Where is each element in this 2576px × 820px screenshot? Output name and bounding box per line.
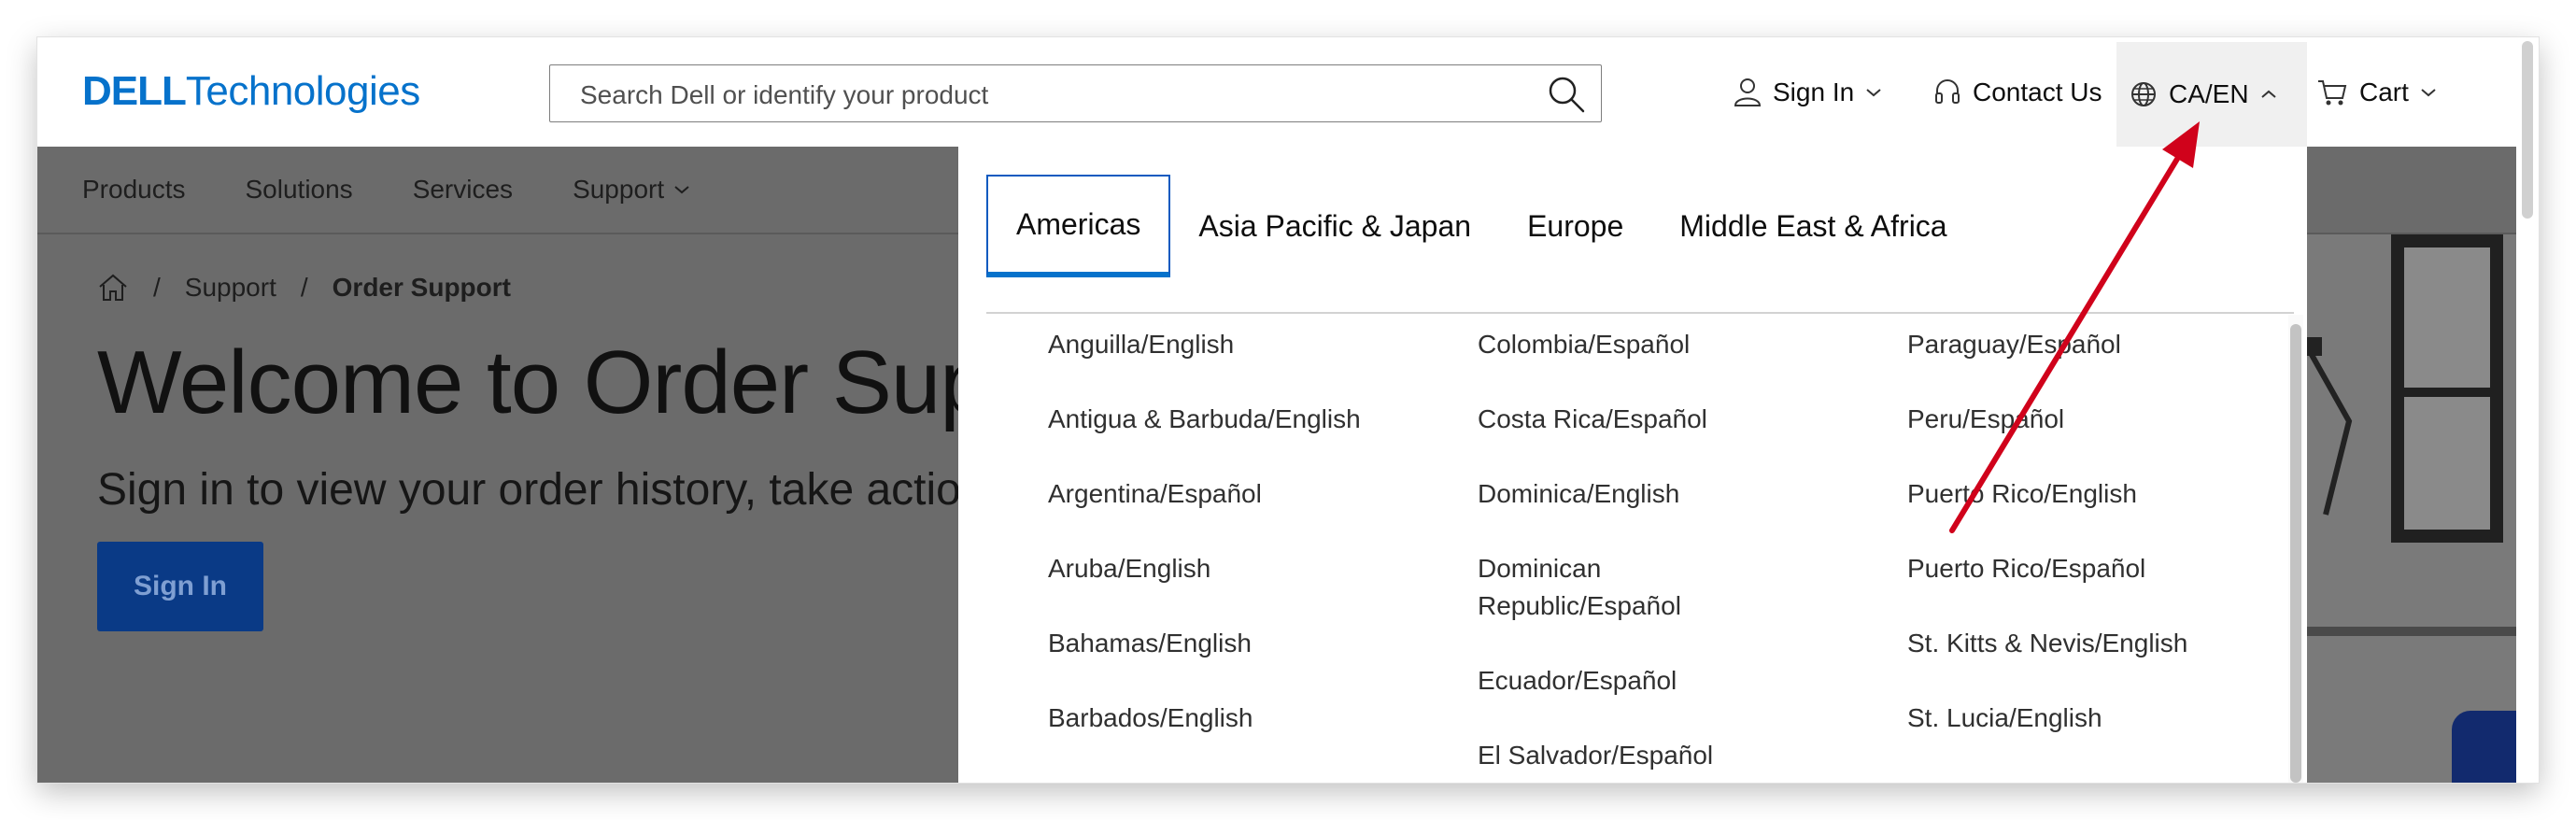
country-link[interactable]: Belize/English [1048, 763, 1440, 783]
country-link[interactable]: St. Lucia/English [1907, 688, 2285, 763]
logo-suffix: Technologies [185, 68, 420, 114]
breadcrumb-separator: / [153, 273, 161, 302]
contact-us-link[interactable]: Contact Us [1933, 37, 2102, 147]
site-header: DELL Technologies Search Dell or identif… [37, 37, 2539, 147]
nav-item-support-label: Support [573, 175, 665, 204]
breadcrumb-support[interactable]: Support [185, 273, 276, 303]
page-subtitle: Sign in to view your order history, take… [97, 465, 961, 515]
locale-dropdown: Americas Asia Pacific & Japan Europe Mid… [958, 147, 2307, 783]
window-illustration [2391, 234, 2503, 543]
country-link[interactable]: St. Kitts & Nevis/English [1907, 614, 2285, 688]
tab-americas[interactable]: Americas [986, 175, 1171, 277]
dropdown-scrollbar[interactable] [2288, 315, 2303, 783]
country-column: Colombia/Español Costa Rica/Español Domi… [1478, 315, 1870, 783]
logo-brand: DELL [82, 68, 187, 114]
country-link[interactable]: Barbados/English [1048, 688, 1440, 763]
country-link[interactable]: Colombia/Español [1478, 315, 1870, 389]
tab-asia-pacific-japan[interactable]: Asia Pacific & Japan [1170, 175, 1499, 277]
country-link[interactable]: Peru/Español [1907, 389, 2285, 464]
dell-technologies-logo[interactable]: DELL Technologies [82, 71, 420, 112]
globe-icon [2131, 82, 2156, 106]
country-link[interactable]: Paraguay/Español [1907, 315, 2285, 389]
country-link[interactable]: Puerto Rico/English [1907, 464, 2285, 539]
cart-icon [2318, 79, 2347, 105]
browser-viewport: DELL Technologies Search Dell or identif… [37, 37, 2539, 783]
country-link[interactable]: Puerto Rico/Español [1907, 539, 2285, 614]
nav-item-solutions[interactable]: Solutions [246, 175, 353, 205]
breadcrumb: / Support / Order Support [97, 273, 511, 303]
nav-item-services[interactable]: Services [413, 175, 513, 205]
locale-label: CA/EN [2169, 79, 2249, 108]
tab-europe[interactable]: Europe [1499, 175, 1651, 277]
region-tabs: Americas Asia Pacific & Japan Europe Mid… [986, 175, 1975, 277]
search-icon[interactable] [1547, 75, 1586, 114]
country-link[interactable]: Dominica/English [1478, 464, 1870, 539]
country-link[interactable]: El Salvador/Español [1478, 726, 1870, 783]
locale-selector[interactable]: CA/EN [2116, 42, 2307, 147]
country-link[interactable]: Bahamas/English [1048, 614, 1440, 688]
sign-in-menu[interactable]: Sign In [1734, 37, 1882, 147]
page-scrollbar[interactable] [2516, 37, 2539, 783]
desk-illustration [2298, 627, 2539, 636]
tab-divider [986, 312, 2294, 314]
breadcrumb-separator: / [300, 273, 308, 302]
cart-label: Cart [2359, 77, 2409, 106]
sign-in-label: Sign In [1773, 77, 1855, 106]
sign-in-button[interactable]: Sign In [97, 542, 263, 631]
country-link[interactable]: Dominican Republic/Español [1478, 539, 1702, 651]
tab-middle-east-africa[interactable]: Middle East & Africa [1651, 175, 1974, 277]
chevron-down-icon [674, 186, 689, 194]
chevron-down-icon [1866, 88, 1881, 96]
search-placeholder: Search Dell or identify your product [580, 80, 989, 109]
chevron-up-icon [2260, 90, 2276, 98]
page-title: Welcome to Order Sup [97, 332, 990, 432]
user-icon [1734, 78, 1762, 106]
country-link[interactable]: Costa Rica/Español [1478, 389, 1870, 464]
cart-menu[interactable]: Cart [2316, 37, 2437, 147]
country-column: Paraguay/Español Peru/Español Puerto Ric… [1907, 315, 2285, 783]
country-link[interactable]: Argentina/Español [1048, 464, 1440, 539]
headset-icon [1935, 78, 1960, 104]
breadcrumb-current: Order Support [332, 273, 511, 302]
search-input[interactable]: Search Dell or identify your product [549, 64, 1602, 122]
country-link[interactable]: St. Vincent & Grenadines [1907, 763, 2285, 783]
country-link[interactable]: Antigua & Barbuda/English [1048, 389, 1440, 464]
country-list: Anguilla/English Antigua & Barbuda/Engli… [958, 315, 2285, 783]
country-column: Anguilla/English Antigua & Barbuda/Engli… [1048, 315, 1440, 783]
home-icon[interactable] [97, 273, 129, 303]
nav-item-support[interactable]: Support [573, 175, 690, 205]
country-link[interactable]: Anguilla/English [1048, 315, 1440, 389]
contact-us-label: Contact Us [1973, 77, 2102, 106]
nav-item-products[interactable]: Products [82, 175, 186, 205]
country-link[interactable]: Aruba/English [1048, 539, 1440, 614]
country-link[interactable]: Ecuador/Español [1478, 651, 1870, 726]
desk-lamp-illustration [2298, 337, 2353, 516]
chevron-down-icon [2421, 88, 2436, 96]
